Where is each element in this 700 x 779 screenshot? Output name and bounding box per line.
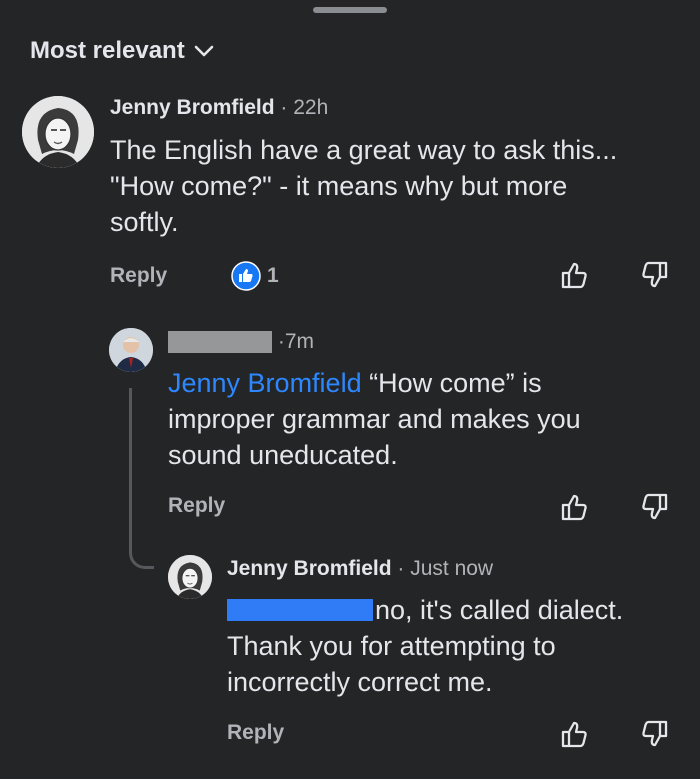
- avatar[interactable]: [22, 96, 94, 168]
- avatar-portrait-icon: [168, 555, 212, 599]
- thumbs-down-icon[interactable]: [639, 259, 671, 291]
- mention-link[interactable]: Jenny Bromfield: [168, 368, 362, 398]
- reply-button[interactable]: Reply: [168, 494, 225, 518]
- comment-text-line: improper grammar and makes you: [168, 404, 581, 434]
- thumbs-up-icon[interactable]: [558, 491, 590, 523]
- thumbs-down-icon[interactable]: [639, 491, 671, 523]
- comment-timestamp: 7m: [284, 330, 315, 353]
- avatar-portrait-icon: [109, 328, 153, 372]
- avatar-portrait-icon: [22, 96, 94, 168]
- thread-connector: [129, 388, 154, 569]
- comment-text-line: incorrectly correct me.: [227, 667, 493, 697]
- thumbs-up-icon[interactable]: [558, 259, 590, 291]
- comment-timestamp: 22h: [293, 96, 329, 119]
- reaction-summary[interactable]: 1: [231, 261, 279, 291]
- sort-dropdown[interactable]: Most relevant: [30, 37, 215, 65]
- comment-author[interactable]: Jenny Bromfield: [227, 557, 392, 580]
- redacted-mention: [227, 599, 373, 621]
- thumbs-down-icon[interactable]: [639, 718, 671, 750]
- thumbs-up-icon[interactable]: [558, 718, 590, 750]
- comment-text-line: softly.: [110, 207, 179, 237]
- comment-text-line: no, it's called dialect.: [375, 595, 624, 625]
- reply-button[interactable]: Reply: [110, 264, 167, 288]
- sort-label: Most relevant: [30, 37, 185, 64]
- comment-text-line: sound uneducated.: [168, 440, 398, 470]
- comment-text-line: “How come” is: [361, 368, 542, 398]
- comment-timestamp: Just now: [410, 557, 494, 580]
- reaction-count: 1: [267, 264, 279, 287]
- comment-text-line: The English have a great way to ask this…: [110, 135, 618, 165]
- comment-author[interactable]: Jenny Bromfield: [110, 96, 275, 119]
- like-badge-icon: [231, 261, 261, 291]
- avatar[interactable]: [168, 555, 212, 599]
- chevron-down-icon: [194, 45, 214, 57]
- drag-handle[interactable]: [313, 7, 387, 13]
- reply-button[interactable]: Reply: [227, 721, 284, 745]
- comment-text-line: "How come?" - it means why but more: [110, 171, 568, 201]
- redacted-author: [168, 331, 272, 353]
- comment-text-line: Thank you for attempting to: [227, 631, 556, 661]
- avatar[interactable]: [109, 328, 153, 372]
